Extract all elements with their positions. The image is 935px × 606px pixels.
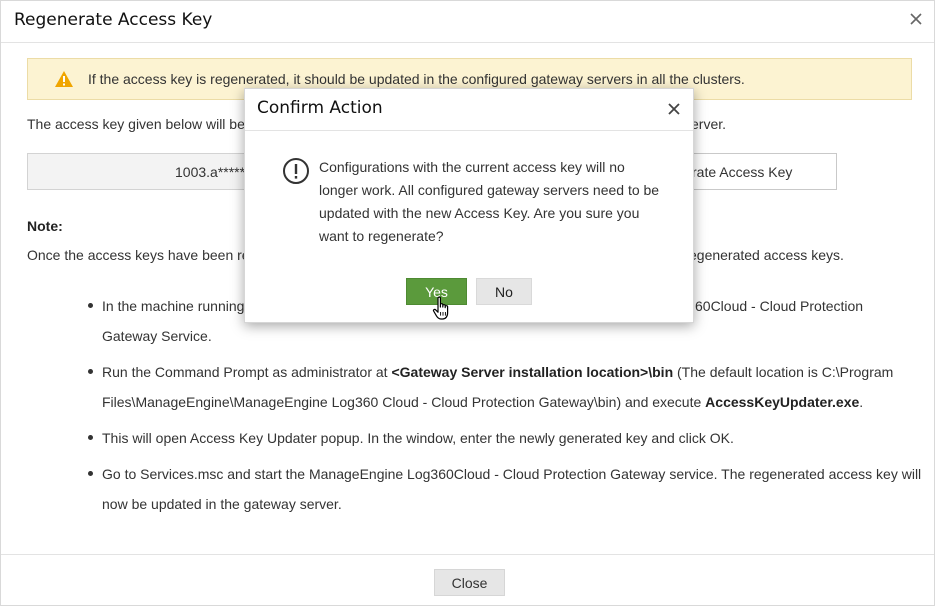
dialog-header: Regenerate Access Key <box>1 1 934 43</box>
bullet-3-line-1: This will open Access Key Updater popup.… <box>102 430 734 446</box>
gateway-install-location: <Gateway Server installation location>\b… <box>391 364 674 380</box>
description-text-tail: erver. <box>691 116 727 132</box>
warning-text: If the access key is regenerated, it sho… <box>88 71 745 87</box>
bullet-2-line-2-end: . <box>859 394 864 410</box>
note-text-tail: egenerated access keys. <box>689 247 844 263</box>
bullet-4-line-1: Go to Services.msc and start the ManageE… <box>102 466 922 482</box>
modal-header: Confirm Action <box>245 89 693 131</box>
description-text: The access key given below will be <box>27 116 245 132</box>
exclamation-circle-icon <box>282 157 310 185</box>
no-button[interactable]: No <box>476 278 532 305</box>
bullet-2-line-2: Files\ManageEngine\ManageEngine Log360 C… <box>102 394 863 410</box>
modal-message: Configurations with the current access k… <box>319 156 669 248</box>
bullet-2-line-1: Run the Command Prompt as administrator … <box>102 364 893 380</box>
warning-icon <box>54 70 74 88</box>
modal-message-line: longer work. All configured gateway serv… <box>319 182 660 198</box>
modal-message-line: Configurations with the current access k… <box>319 159 625 175</box>
bullet-1-line-1: In the machine running <box>102 298 245 314</box>
dialog-title: Regenerate Access Key <box>14 10 213 30</box>
modal-title: Confirm Action <box>257 98 383 118</box>
modal-message-line: updated with the new Access Key. Are you… <box>319 205 640 221</box>
close-icon[interactable] <box>908 11 924 27</box>
confirm-action-modal: Confirm Action Configurations with the c… <box>244 88 694 323</box>
modal-message-line: want to regenerate? <box>319 228 444 244</box>
regenerate-button-label: rate Access Key <box>692 164 793 180</box>
bullet-marker <box>88 369 93 374</box>
bullet-2-line-1-text: Run the Command Prompt as administrator … <box>102 364 392 380</box>
dialog-footer: Close <box>1 554 934 606</box>
bullet-marker <box>88 471 93 476</box>
access-key-updater-exe: AccessKeyUpdater.exe <box>705 394 860 410</box>
access-key-value: 1003.a***** <box>175 164 246 180</box>
note-text: Once the access keys have been re <box>27 247 250 263</box>
yes-button[interactable]: Yes <box>406 278 467 305</box>
bullet-4-line-2: now be updated in the gateway server. <box>102 496 342 512</box>
close-icon[interactable] <box>667 102 681 116</box>
bullet-2-line-2-text: Files\ManageEngine\ManageEngine Log360 C… <box>102 394 706 410</box>
note-title: Note: <box>27 218 63 234</box>
close-button[interactable]: Close <box>434 569 505 596</box>
bullet-2-line-1-rest: (The default location is C:\Program <box>673 364 894 380</box>
bullet-marker <box>88 435 93 440</box>
bullet-1-line-1-tail: 60Cloud - Cloud Protection <box>695 298 864 314</box>
bullet-marker <box>88 303 93 308</box>
bullet-1-line-2: Gateway Service. <box>102 328 212 344</box>
